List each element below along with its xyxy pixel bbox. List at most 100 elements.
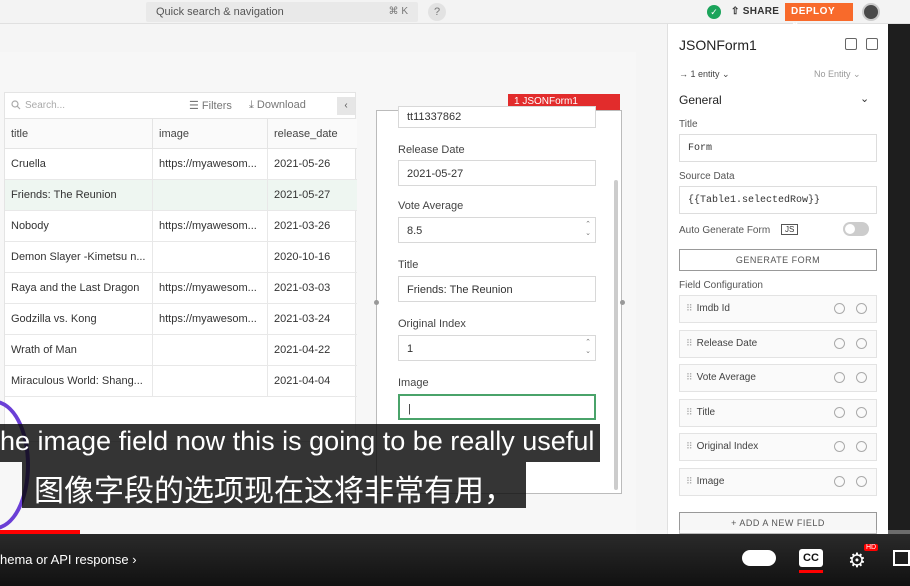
table-cell-image — [153, 335, 268, 366]
field-config-label: Title — [696, 406, 716, 418]
drag-handle-icon[interactable]: ⠿ — [686, 338, 693, 348]
resize-handle[interactable] — [374, 300, 379, 305]
vote-average-input[interactable]: 8.5 ⌃ ⌄ — [398, 217, 596, 243]
table-cell-release-date: 2021-04-22 — [274, 344, 331, 356]
deploy-button[interactable]: DEPLOY ⌄ — [785, 3, 853, 28]
table-cell-title: Cruella — [5, 149, 153, 180]
copy-icon[interactable] — [845, 38, 857, 50]
source-data-input[interactable]: {{Table1.selectedRow}} — [679, 186, 877, 214]
generate-form-button[interactable]: GENERATE FORM — [679, 249, 877, 271]
no-entity-label: No Entity — [814, 69, 851, 79]
gear-icon[interactable] — [834, 303, 845, 314]
table-row[interactable]: Miraculous World: Shang... 2021-04-04 — [5, 366, 357, 397]
chevron-right-icon: › — [132, 552, 137, 567]
vote-average-label: Vote Average — [398, 200, 464, 212]
trash-icon[interactable] — [866, 38, 878, 50]
image-input[interactable]: | — [398, 394, 596, 420]
table-cell-image — [153, 366, 268, 397]
drag-handle-icon[interactable]: ⠿ — [686, 372, 693, 382]
entity-selector[interactable]: → 1 entity ⌄ — [679, 69, 730, 80]
drag-handle-icon[interactable]: ⠿ — [686, 407, 693, 417]
field-config-item[interactable]: ⠿ Vote Average — [679, 364, 877, 393]
eye-icon[interactable] — [856, 337, 867, 349]
column-header-image[interactable]: image — [153, 119, 268, 149]
table-cell-title: Nobody — [5, 211, 153, 242]
gear-icon[interactable] — [834, 372, 845, 384]
original-index-input[interactable]: 1 ⌃ ⌄ — [398, 335, 596, 361]
title-property-input[interactable]: Form — [679, 134, 877, 162]
table-row[interactable]: Cruella https://myawesom... 2021-05-26 — [5, 149, 357, 180]
field-config-item[interactable]: ⠿ Original Index — [679, 433, 877, 462]
table-toolbar: Search... ☰ Filters ⤓ Download ‹ — [5, 93, 355, 119]
fullscreen-icon[interactable] — [893, 550, 910, 566]
table-row[interactable]: Demon Slayer -Kimetsu n... 2020-10-16 — [5, 242, 357, 273]
auto-generate-toggle[interactable] — [843, 222, 869, 236]
field-config-item[interactable]: ⠿ Release Date — [679, 329, 877, 358]
js-toggle-badge[interactable]: JS — [781, 224, 799, 235]
stepper-icon[interactable]: ⌃ ⌄ — [585, 338, 591, 356]
table-row[interactable]: Raya and the Last Dragon https://myawesom… — [5, 273, 357, 304]
eye-icon[interactable] — [856, 441, 867, 453]
share-label: SHARE — [742, 6, 780, 17]
field-config-label: Original Index — [696, 441, 759, 453]
eye-icon[interactable] — [856, 476, 867, 487]
gear-icon[interactable] — [834, 406, 845, 418]
section-general[interactable]: General — [679, 93, 722, 107]
drag-handle-icon[interactable]: ⠿ — [686, 303, 693, 313]
release-date-label: Release Date — [398, 144, 465, 156]
field-config-item[interactable]: ⠿ Image — [679, 468, 877, 496]
table-cell-release-date: 2021-03-24 — [274, 313, 331, 325]
deploy-label: DEPLOY — [791, 6, 835, 17]
help-icon[interactable]: ? — [428, 3, 446, 21]
chapter-title[interactable]: hema or API response › — [0, 552, 137, 567]
table-cell-image: https://myawesom... — [153, 304, 268, 335]
table-widget[interactable]: Search... ☰ Filters ⤓ Download ‹ title i… — [4, 92, 357, 442]
imdb-id-input[interactable]: tt11337862 — [398, 106, 596, 128]
stepper-icon[interactable]: ⌃ ⌄ — [585, 220, 591, 238]
gear-icon[interactable] — [834, 337, 845, 349]
table-cell-release-date: 2020-10-16 — [274, 251, 331, 263]
gear-icon[interactable] — [834, 441, 845, 453]
resize-handle[interactable] — [620, 300, 625, 305]
user-avatar[interactable] — [862, 3, 880, 21]
field-config-item[interactable]: ⠿ Title — [679, 398, 877, 427]
check-icon: ✓ — [707, 5, 721, 19]
column-header-release-date[interactable]: release_date — [268, 119, 357, 149]
eye-icon[interactable] — [856, 372, 867, 384]
field-config-label: Release Date — [696, 337, 758, 349]
drag-handle-icon[interactable]: ⠿ — [686, 476, 693, 486]
form-scrollbar[interactable] — [614, 180, 618, 490]
gear-icon[interactable] — [834, 476, 845, 487]
captions-active-indicator — [799, 570, 823, 573]
title-input[interactable]: Friends: The Reunion — [398, 276, 596, 302]
field-config-item[interactable]: ⠿ Imdb Id — [679, 295, 877, 323]
release-date-input[interactable]: 2021-05-27 — [398, 160, 596, 186]
settings-gear-icon[interactable]: ⚙ — [848, 548, 866, 573]
drag-handle-icon[interactable]: ⠿ — [686, 441, 693, 451]
filters-button[interactable]: ☰ Filters — [189, 99, 232, 112]
eye-icon[interactable] — [856, 303, 867, 314]
table-cell-release-date: 2021-03-03 — [274, 282, 331, 294]
widget-name[interactable]: JSONForm1 — [679, 37, 757, 53]
video-progress-bar[interactable] — [0, 530, 910, 534]
table-cell-image — [153, 242, 268, 273]
table-search-input[interactable]: Search... — [25, 100, 65, 111]
share-button[interactable]: ⇧ SHARE — [731, 6, 779, 17]
column-header-title[interactable]: title — [5, 119, 153, 149]
eye-icon[interactable] — [856, 406, 867, 418]
table-cell-release-date: 2021-05-27 — [274, 189, 331, 201]
download-label: Download — [256, 99, 306, 111]
collapse-icon[interactable]: ‹ — [337, 97, 355, 115]
autoplay-toggle[interactable] — [742, 550, 776, 566]
quick-search-input[interactable]: Quick search & navigation ⌘ K — [146, 2, 418, 22]
chevron-down-icon[interactable]: ⌄ — [860, 92, 869, 105]
table-row[interactable]: Friends: The Reunion 2021-05-27 — [5, 180, 357, 211]
captions-button[interactable]: CC — [799, 549, 823, 567]
table-row[interactable]: Godzilla vs. Kong https://myawesom... 2021… — [5, 304, 357, 335]
download-button[interactable]: ⤓ Download — [249, 99, 306, 112]
table-row[interactable]: Wrath of Man 2021-04-22 — [5, 335, 357, 366]
no-entity-selector[interactable]: No Entity ⌄ — [814, 69, 861, 80]
table-row[interactable]: Nobody https://myawesom... 2021-03-26 — [5, 211, 357, 242]
table-cell-title: Miraculous World: Shang... — [5, 366, 153, 397]
table-cell-release-date: 2021-05-26 — [274, 158, 331, 170]
